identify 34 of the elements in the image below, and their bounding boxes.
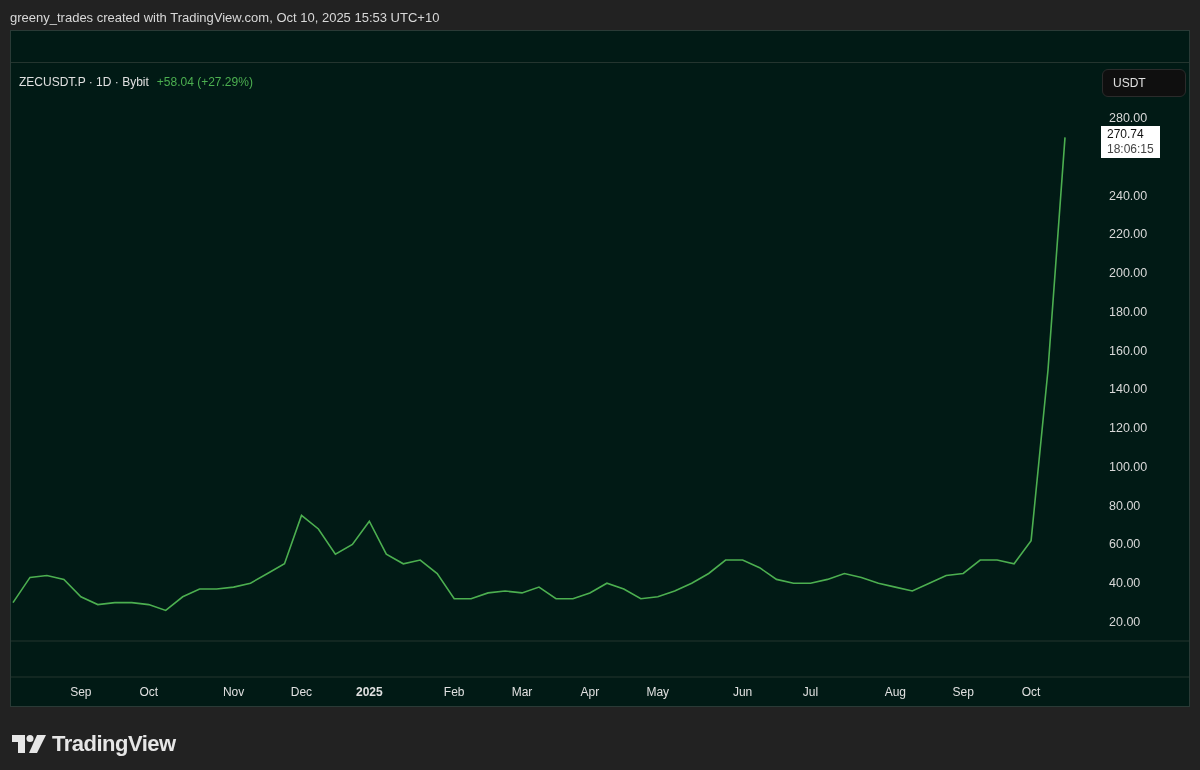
price-tick: 80.00 (1109, 498, 1141, 513)
date-tick: May (646, 685, 670, 699)
price-tick: 200.00 (1109, 266, 1148, 281)
price-tick: 60.00 (1109, 537, 1141, 552)
date-tick: Jul (802, 685, 819, 699)
logo-text: TradingView (52, 730, 176, 758)
date-tick: Sep (952, 685, 974, 699)
price-tick: 100.00 (1109, 459, 1148, 474)
date-tick: Oct (1021, 685, 1041, 699)
date-tick: Feb (443, 685, 465, 699)
price-tick: 180.00 (1109, 304, 1148, 319)
last-price-label: 270.74 18:06:15 (1101, 126, 1160, 158)
caption: greeny_trades created with TradingView.com, Oct 10, 2025 15:53 UTC+10 (9, 9, 441, 27)
currency-button[interactable]: USDT (1102, 69, 1186, 97)
logo-icon (12, 734, 46, 753)
symbol-title: ZECUSDT.P · 1D · Bybit (19, 74, 149, 91)
price-tick: 240.00 (1109, 188, 1148, 203)
date-tick: Nov (222, 685, 245, 699)
date-tick: Mar (511, 685, 533, 699)
price-tick: 160.00 (1109, 343, 1148, 358)
date-tick: Jun (732, 685, 753, 699)
price-tick: 40.00 (1109, 576, 1141, 591)
price-change: +58.04 (+27.29%) (156, 74, 253, 91)
date-tick: Sep (70, 685, 92, 699)
price-tick: 120.00 (1109, 421, 1148, 436)
price-tick: 20.00 (1109, 615, 1141, 629)
date-tick: Aug (884, 685, 906, 699)
date-tick: Apr (580, 685, 600, 699)
date-tick: Oct (139, 685, 159, 699)
price-tick: 220.00 (1109, 227, 1148, 242)
date-tick: 2025 (355, 685, 383, 699)
price-tick: 280.00 (1109, 111, 1148, 125)
date-tick: Dec (290, 685, 313, 699)
price-tick: 140.00 (1109, 382, 1148, 397)
